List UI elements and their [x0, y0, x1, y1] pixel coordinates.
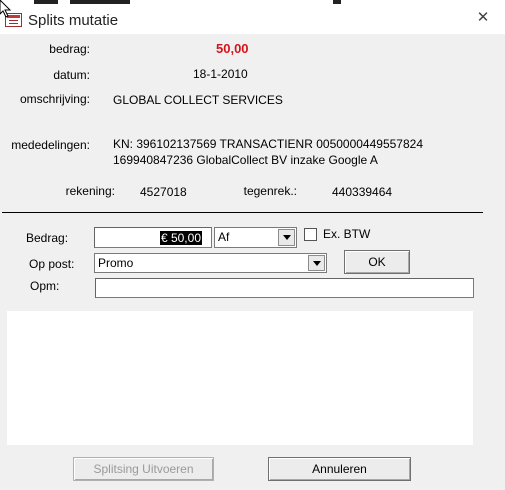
bedrag-input-value: € 50,00	[159, 231, 202, 245]
chevron-down-icon	[312, 260, 321, 266]
annuleren-button[interactable]: Annuleren	[268, 457, 411, 481]
datum-value: 18-1-2010	[193, 67, 248, 81]
opm-input[interactable]	[95, 278, 474, 298]
direction-select-value: Af	[218, 230, 230, 244]
mouse-pointer-icon	[0, 0, 12, 18]
direction-select[interactable]: Af	[214, 227, 297, 248]
splits-list[interactable]	[7, 311, 473, 445]
tegenrek-label: tegenrek.:	[243, 184, 297, 198]
section-divider	[2, 212, 483, 213]
bedrag-label: Bedrag:	[26, 231, 69, 245]
tegenrek-value: 440339464	[332, 185, 393, 199]
window-title: Splits mutatie	[28, 12, 119, 29]
omschrijving-label: omschrijving:	[19, 92, 90, 106]
bedrag-info-value: 50,00	[216, 41, 249, 56]
close-icon[interactable]: ✕	[474, 9, 492, 27]
mededelingen-line-2: 169940847236 GlobalCollect BV inzake Goo…	[113, 153, 378, 167]
ex-btw-checkbox[interactable]	[304, 228, 317, 241]
mededelingen-line-1: KN: 396102137569 TRANSACTIENR 0050000449…	[113, 137, 423, 151]
rekening-label: rekening:	[65, 184, 115, 198]
opm-label: Opm:	[30, 279, 60, 293]
op-post-dropdown-button[interactable]	[308, 255, 325, 271]
op-post-select-value: Promo	[98, 256, 134, 270]
chevron-down-icon	[282, 235, 291, 240]
datum-label: datum:	[53, 68, 90, 82]
splitsing-uitvoeren-button[interactable]: Splitsing Uitvoeren	[73, 457, 214, 481]
ok-button[interactable]: OK	[344, 250, 410, 274]
bedrag-info-label: bedrag:	[49, 42, 90, 56]
omschrijving-value: GLOBAL COLLECT SERVICES	[113, 93, 283, 107]
direction-dropdown-button[interactable]	[278, 229, 295, 246]
bedrag-input[interactable]: € 50,00	[94, 227, 212, 248]
ex-btw-label: Ex. BTW	[323, 227, 371, 241]
op-post-label: Op post:	[29, 257, 75, 271]
op-post-select[interactable]: Promo	[94, 253, 327, 273]
rekening-value: 4527018	[140, 185, 187, 199]
mededelingen-label: mededelingen:	[11, 138, 90, 152]
